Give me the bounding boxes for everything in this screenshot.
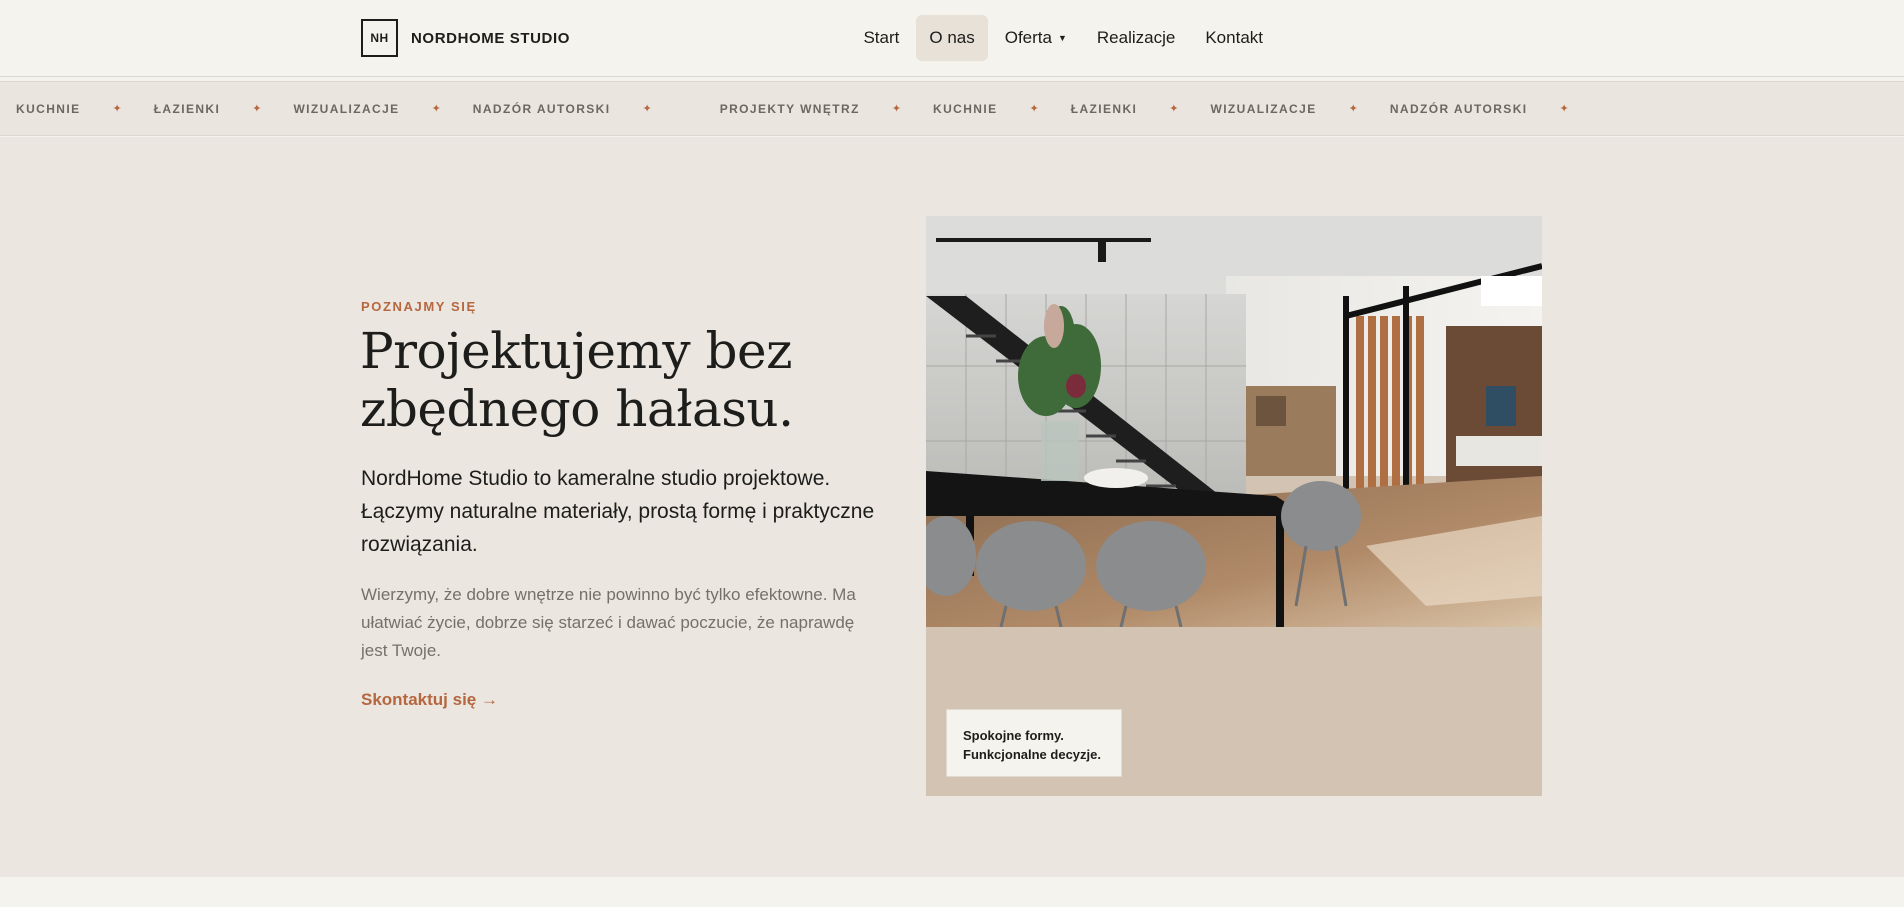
marquee-item: ŁAZIENKI xyxy=(1070,101,1138,116)
interior-image-card: Spokojne formy. Funkcjonalne decyzje. xyxy=(926,216,1542,796)
main-nav: Start O nas Oferta ▼ Realizacje Kontakt xyxy=(846,15,1276,61)
page-title: Projektujemy bez zbędnego hałasu. xyxy=(360,322,794,438)
contact-link[interactable]: Skontaktuj się → xyxy=(361,690,498,710)
interior-photo xyxy=(926,216,1542,627)
section-eyebrow: POZNAJMY SIĘ xyxy=(361,299,477,314)
nav-item-o-nas[interactable]: O nas xyxy=(916,15,988,61)
nav-item-oferta-label: Oferta xyxy=(1004,28,1052,47)
nav-item-realizacje[interactable]: Realizacje xyxy=(1084,15,1188,61)
star-icon: ✦ xyxy=(642,103,652,115)
caption-line-1: Spokojne formy. xyxy=(963,728,1064,743)
caret-down-icon: ▼ xyxy=(1057,33,1067,43)
next-section-edge xyxy=(0,877,1904,907)
nav-item-start[interactable]: Start xyxy=(850,15,912,61)
marquee-item: PROJEKTY WNĘTRZ xyxy=(719,101,860,116)
marquee-item: WIZUALIZACJE xyxy=(293,101,400,116)
logo-text: NORDHOME STUDIO xyxy=(411,29,570,47)
star-icon: ✦ xyxy=(891,103,902,115)
star-icon: ✦ xyxy=(1559,103,1569,115)
logo-mark: NH xyxy=(361,19,398,57)
body-paragraph: Wierzymy, że dobre wnętrze nie powinno b… xyxy=(361,585,856,660)
marquee-item: KUCHNIE xyxy=(933,101,998,116)
star-icon: ✦ xyxy=(431,103,441,115)
marquee-item: NADZÓR AUTORSKI xyxy=(1389,101,1528,116)
services-marquee: KUCHNIE ✦ ŁAZIENKI ✦ WIZUALIZACJE ✦ NADZ… xyxy=(0,81,1904,136)
lead-paragraph: NordHome Studio to kameralne studio proj… xyxy=(361,467,875,556)
star-icon: ✦ xyxy=(1169,103,1179,115)
nav-item-kontakt[interactable]: Kontakt xyxy=(1192,15,1276,61)
image-caption: Spokojne formy. Funkcjonalne decyzje. xyxy=(946,709,1122,777)
star-icon: ✦ xyxy=(1029,103,1039,115)
caption-line-2: Funkcjonalne decyzje. xyxy=(963,747,1101,762)
site-header: NH NORDHOME STUDIO Start O nas Oferta ▼ R… xyxy=(0,0,1904,77)
marquee-item: KUCHNIE xyxy=(16,101,81,116)
marquee-item: ŁAZIENKI xyxy=(153,101,221,116)
marquee-track: KUCHNIE ✦ ŁAZIENKI ✦ WIZUALIZACJE ✦ NADZ… xyxy=(16,82,1601,135)
star-icon: ✦ xyxy=(112,103,122,115)
marquee-item: NADZÓR AUTORSKI xyxy=(472,101,611,116)
marquee-item: WIZUALIZACJE xyxy=(1210,101,1317,116)
star-icon: ✦ xyxy=(1348,103,1358,115)
about-hero: POZNAJMY SIĘ Projektujemy bez zbędnego h… xyxy=(0,137,1904,877)
logo[interactable]: NH NORDHOME STUDIO xyxy=(361,19,570,57)
nav-item-oferta[interactable]: Oferta ▼ xyxy=(992,15,1080,61)
star-icon: ✦ xyxy=(252,103,262,115)
